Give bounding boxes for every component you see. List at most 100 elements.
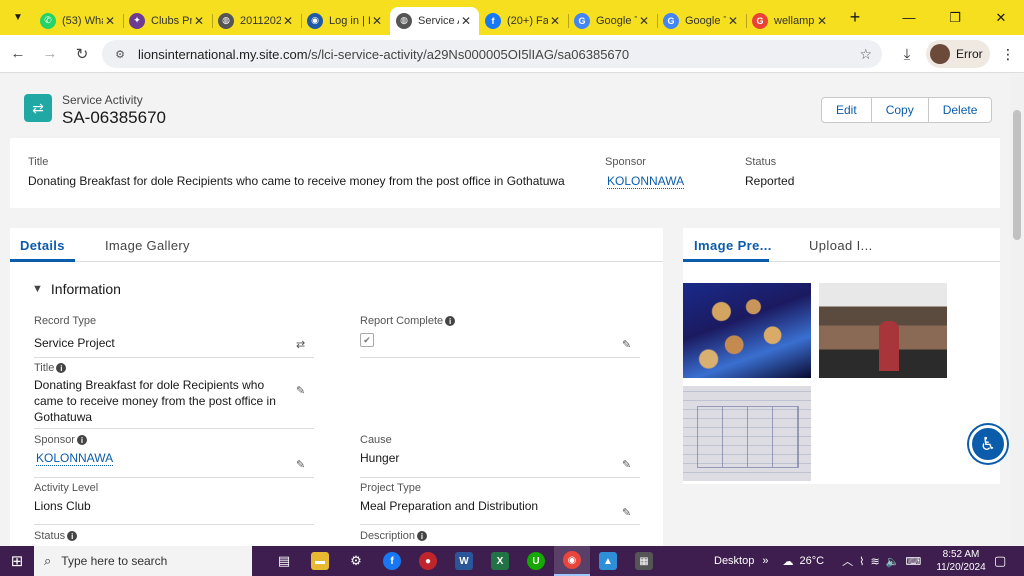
info-icon[interactable]: i <box>417 531 428 541</box>
site-info-icon[interactable]: ⚙ <box>112 46 128 62</box>
new-tab-button[interactable]: + <box>841 4 869 32</box>
word-icon[interactable]: W <box>446 546 482 576</box>
hl-sponsor-link[interactable]: KOLONNAWA <box>607 174 685 189</box>
close-tab-icon[interactable]: ✕ <box>192 14 206 28</box>
network-icon[interactable]: ⌇ <box>859 555 864 568</box>
field-description: Description i <box>360 530 640 542</box>
edit-pencil-icon[interactable]: ✎ <box>622 338 631 351</box>
close-tab-icon[interactable]: ✕ <box>726 14 740 28</box>
accessibility-button[interactable]: ♿ <box>969 425 1007 463</box>
edit-pencil-icon[interactable]: ✎ <box>296 384 305 397</box>
tray-chevron-icon[interactable]: ︿ <box>842 553 853 569</box>
close-tab-icon[interactable]: ✕ <box>281 14 295 28</box>
browser-tab[interactable]: f (20+) Facebook✕ <box>479 7 568 35</box>
tab-upload-image[interactable]: Upload I... <box>809 238 873 253</box>
lions-icon: ✦ <box>129 12 145 29</box>
profile-button[interactable]: Error <box>926 40 990 68</box>
browser-tab[interactable]: ◍ Service Activity✕ <box>390 6 479 35</box>
sponsor-value[interactable]: KOLONNAWA <box>36 451 114 466</box>
settings-icon[interactable]: ⚙ <box>338 546 374 576</box>
taskbar-search[interactable]: ⌕ Type here to search <box>34 546 252 576</box>
close-tab-icon[interactable]: ✕ <box>459 14 473 28</box>
hl-sponsor-value[interactable]: KOLONNAWA <box>607 174 685 189</box>
browser-tab[interactable]: G Google Translate✕ <box>568 7 657 35</box>
edit-pencil-icon[interactable]: ✎ <box>296 458 305 471</box>
field-sponsor: Sponsor i KOLONNAWA <box>34 434 314 466</box>
facebook-app-icon[interactable]: f <box>374 546 410 576</box>
info-icon[interactable]: i <box>67 531 78 541</box>
info-icon[interactable]: i <box>445 316 456 326</box>
gallery-image-food[interactable] <box>683 283 811 378</box>
edit-button[interactable]: Edit <box>822 98 871 122</box>
highlights-panel: Title Donating Breakfast for dole Recipi… <box>10 138 1000 208</box>
close-tab-icon[interactable]: ✕ <box>103 14 117 28</box>
scrollbar-thumb[interactable] <box>1013 110 1021 240</box>
task-view-icon[interactable]: ▤ <box>266 546 302 576</box>
upwork-logo-icon: U <box>527 552 545 570</box>
address-bar[interactable]: ⚙ lionsinternational.my.site.com/s/lci-s… <box>102 40 882 68</box>
info-icon[interactable]: i <box>56 363 67 373</box>
close-tab-icon[interactable]: ✕ <box>637 14 651 28</box>
chrome-icon[interactable]: ◉ <box>554 546 590 576</box>
download-icon[interactable]: ⤓ <box>894 46 920 63</box>
browser-tab[interactable]: ✆ (53) WhatsApp✕ <box>34 7 123 35</box>
info-icon[interactable]: i <box>76 435 87 445</box>
wifi-icon[interactable]: ≋ <box>870 555 879 568</box>
browser-tab[interactable]: ◍ 20112024✕ <box>212 7 301 35</box>
cause-label: Cause <box>360 434 392 446</box>
upwork-icon[interactable]: U <box>518 546 554 576</box>
sponsor-link[interactable]: KOLONNAWA <box>36 450 314 466</box>
gallery-image-document[interactable] <box>683 386 811 481</box>
bookmark-star-icon[interactable]: ☆ <box>859 46 872 63</box>
edit-pencil-icon[interactable]: ✎ <box>622 506 631 519</box>
chevron-down-icon: ▼ <box>32 283 43 295</box>
folder-icon: ▬ <box>311 552 329 570</box>
forward-button[interactable]: → <box>36 40 64 68</box>
volume-icon[interactable]: 🔈 <box>886 555 900 568</box>
tab-image-preview[interactable]: Image Pre... <box>694 238 772 253</box>
section-information[interactable]: ▼ Information <box>32 281 121 297</box>
close-tab-icon[interactable]: ✕ <box>548 14 562 28</box>
copy-button[interactable]: Copy <box>870 98 928 122</box>
gallery-image-distribution[interactable] <box>819 283 947 378</box>
edit-pencil-icon[interactable]: ✎ <box>622 458 631 471</box>
taskbar-apps: ▤ ▬ ⚙ f ● W X U ◉ ▲ ▦ <box>266 546 662 576</box>
report-complete-checkbox[interactable]: ✔ <box>360 333 374 347</box>
tab-search-button[interactable]: ▼ <box>6 6 30 30</box>
reload-button[interactable]: ↻ <box>68 40 96 68</box>
start-button[interactable]: ⊞ <box>0 546 34 576</box>
close-window-button[interactable]: ✕ <box>978 0 1024 35</box>
calc-logo-icon: ▦ <box>635 552 653 570</box>
browser-tab[interactable]: Gwellampitiya✕ <box>746 7 835 35</box>
tab-image-gallery[interactable]: Image Gallery <box>105 238 190 253</box>
browser-tab[interactable]: G Google Translate✕ <box>657 7 746 35</box>
divider <box>34 524 314 525</box>
tab-details[interactable]: Details <box>20 238 65 253</box>
restore-button[interactable]: ❐ <box>932 0 978 35</box>
browser-tab[interactable]: ◉ Log in | Lions✕ <box>301 7 390 35</box>
excel-icon[interactable]: X <box>482 546 518 576</box>
notifications-icon[interactable]: ▢ <box>994 553 1006 569</box>
page-scrollbar[interactable] <box>1010 74 1024 546</box>
google-translate-icon: G <box>663 12 679 29</box>
minimize-button[interactable]: — <box>886 0 932 35</box>
delete-button[interactable]: Delete <box>927 98 992 122</box>
close-tab-icon[interactable]: ✕ <box>370 14 384 28</box>
keyboard-icon[interactable]: ⌨ <box>905 555 921 568</box>
hl-sponsor-label: Sponsor <box>605 156 646 168</box>
calculator-icon[interactable]: ▦ <box>626 546 662 576</box>
close-tab-icon[interactable]: ✕ <box>815 14 829 28</box>
file-explorer-icon[interactable]: ▬ <box>302 546 338 576</box>
browser-tab-strip: ▼ ✆(53) WhatsApp✕✦Clubs Projects✕◍201120… <box>0 0 1024 35</box>
weather-temp[interactable]: 26°C <box>799 555 824 567</box>
back-button[interactable]: ← <box>4 40 32 68</box>
desktop-label[interactable]: Desktop <box>714 555 754 567</box>
browser-tab[interactable]: ✦ Clubs Projects✕ <box>123 7 212 35</box>
change-record-type-icon[interactable]: ⇄ <box>296 338 305 351</box>
photos-icon[interactable]: ▲ <box>590 546 626 576</box>
menu-kebab-icon[interactable]: ⋮ <box>996 46 1020 63</box>
app-red-icon[interactable]: ● <box>410 546 446 576</box>
clock[interactable]: 8:52 AM 11/20/2024 <box>936 548 986 574</box>
chevron-icon[interactable]: » <box>762 555 768 567</box>
weather-icon[interactable]: ☁ <box>782 555 793 568</box>
